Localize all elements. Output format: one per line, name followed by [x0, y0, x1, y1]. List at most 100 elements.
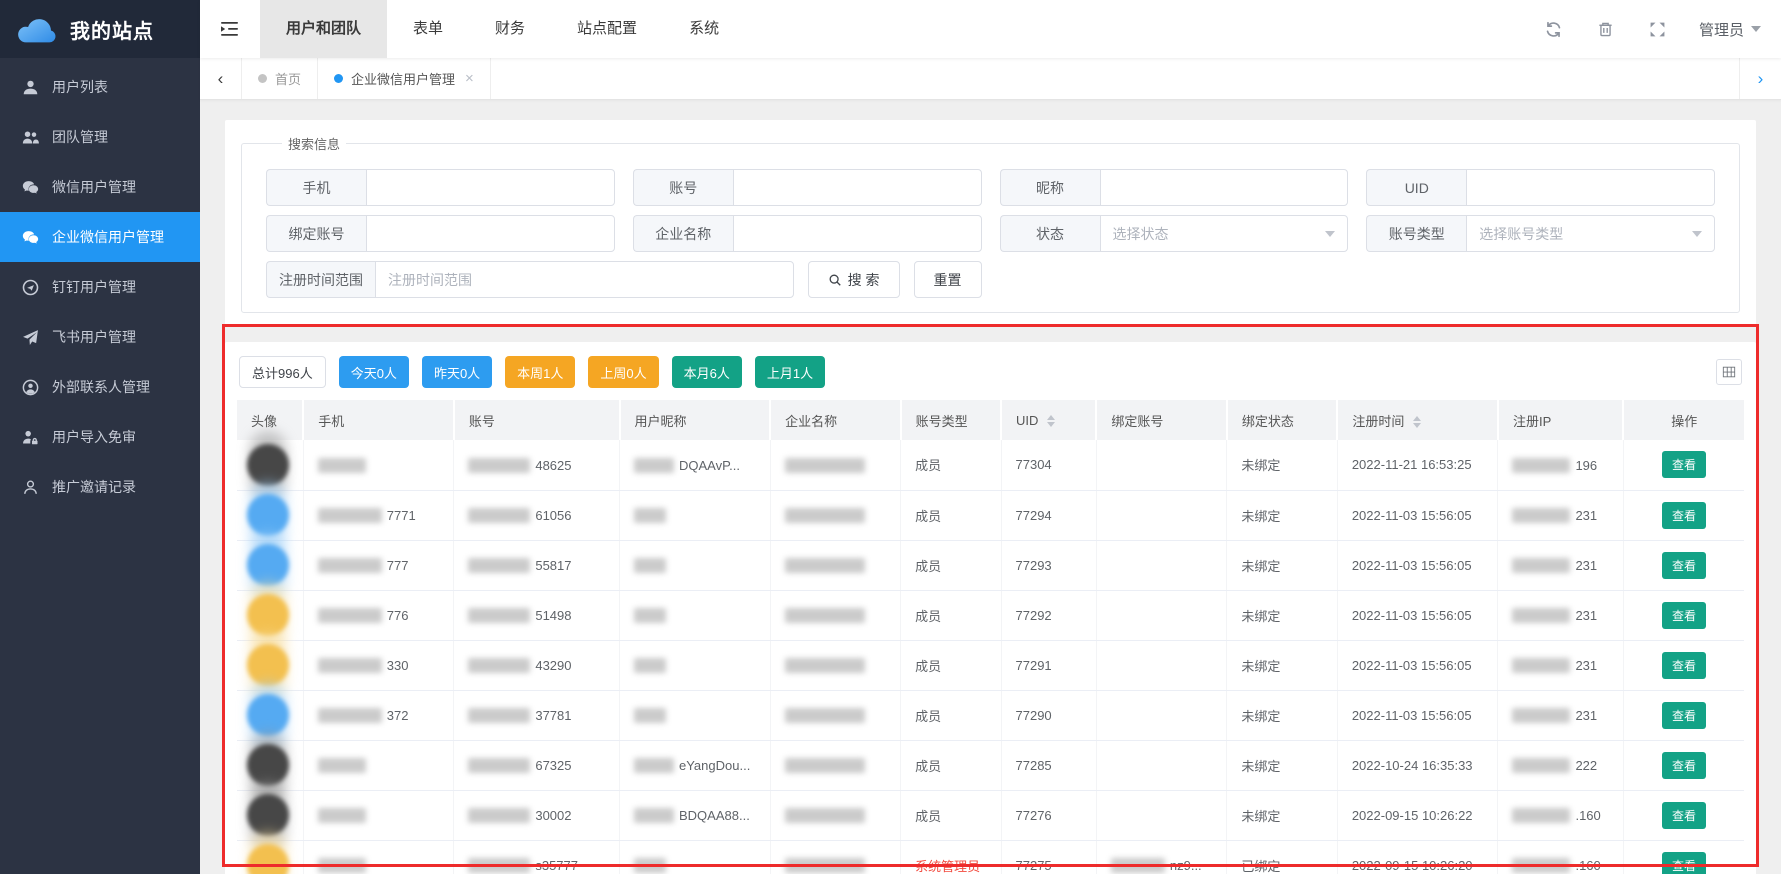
select-6[interactable]: 选择状态: [1100, 215, 1349, 252]
sidebar-item-label: 微信用户管理: [52, 177, 136, 197]
search-field-2: 昵称: [1000, 169, 1349, 206]
view-button[interactable]: 查看: [1662, 451, 1706, 478]
sidebar-item-6[interactable]: 外部联系人管理: [0, 362, 200, 412]
redacted-company: [785, 808, 865, 823]
user-table: 头像手机账号用户昵称企业名称账号类型UID 绑定账号绑定状态注册时间 注册IP操…: [237, 400, 1744, 874]
input-0[interactable]: [366, 169, 615, 206]
cell-account: 48625: [454, 440, 620, 490]
cell-phone: [303, 740, 454, 790]
tab-0[interactable]: 首页: [242, 58, 318, 99]
cell-reg-time: 2022-11-03 15:56:05: [1337, 690, 1498, 740]
cell-account: 43290: [454, 640, 620, 690]
cell-account: 67325: [454, 740, 620, 790]
stat-badge-4[interactable]: 上周0人: [588, 356, 658, 388]
cell-action: 查看: [1623, 690, 1744, 740]
sort-icon[interactable]: [1047, 415, 1055, 427]
view-button[interactable]: 查看: [1662, 602, 1706, 629]
input-5[interactable]: [733, 215, 982, 252]
col-header-9[interactable]: 注册时间: [1337, 400, 1498, 440]
stat-badge-1[interactable]: 今天0人: [339, 356, 409, 388]
cell-phone: [303, 790, 454, 840]
refresh-icon[interactable]: [1535, 10, 1573, 48]
col-header-6[interactable]: UID: [1001, 400, 1096, 440]
tabs-scroll-right-icon[interactable]: ›: [1739, 58, 1781, 99]
date-range-input[interactable]: 注册时间范围: [375, 261, 794, 298]
cell-action: 查看: [1623, 790, 1744, 840]
user-lock-icon: [22, 429, 39, 446]
close-icon[interactable]: ×: [465, 70, 474, 87]
table-row-3: 77651498成员77292未绑定2022-11-03 15:56:05231…: [237, 590, 1744, 640]
input-2[interactable]: [1100, 169, 1349, 206]
sidebar-item-0[interactable]: 用户列表: [0, 62, 200, 112]
input-1[interactable]: [733, 169, 982, 206]
reset-button[interactable]: 重置: [914, 261, 982, 298]
input-4[interactable]: [366, 215, 615, 252]
sidebar-item-2[interactable]: 微信用户管理: [0, 162, 200, 212]
nav-item-3[interactable]: 站点配置: [551, 0, 663, 58]
sidebar-item-1[interactable]: 团队管理: [0, 112, 200, 162]
redacted-bind-account: [1111, 858, 1165, 873]
user-menu[interactable]: 管理员: [1691, 19, 1761, 40]
fullscreen-icon[interactable]: [1639, 10, 1677, 48]
nav-item-1[interactable]: 表单: [387, 0, 469, 58]
view-button[interactable]: 查看: [1662, 702, 1706, 729]
sidebar-item-3[interactable]: 企业微信用户管理: [0, 212, 200, 262]
redacted-phone: [318, 808, 366, 823]
cell-nickname: [620, 840, 771, 874]
nav-item-2[interactable]: 财务: [469, 0, 551, 58]
stat-badge-2[interactable]: 昨天0人: [422, 356, 492, 388]
dingtalk-icon: [22, 279, 39, 296]
sidebar-item-4[interactable]: 钉钉用户管理: [0, 262, 200, 312]
view-button[interactable]: 查看: [1662, 552, 1706, 579]
search-form-row3: 注册时间范围注册时间范围搜 索重置: [266, 261, 982, 298]
search-field-4: 绑定账号: [266, 215, 615, 252]
table-row-6: 67325eYangDou...成员77285未绑定2022-10-24 16:…: [237, 740, 1744, 790]
avatar: [247, 494, 289, 536]
cell-company: [770, 690, 901, 740]
stat-badge-3[interactable]: 本周1人: [505, 356, 575, 388]
tab-1[interactable]: 企业微信用户管理×: [318, 58, 491, 99]
stat-badge-0[interactable]: 总计996人: [239, 356, 326, 388]
search-field-0: 手机: [266, 169, 615, 206]
view-button[interactable]: 查看: [1662, 852, 1706, 874]
cell-action: 查看: [1623, 740, 1744, 790]
view-button[interactable]: 查看: [1662, 752, 1706, 779]
redacted-phone: [318, 608, 382, 623]
redacted-ip: [1512, 658, 1570, 673]
sidebar-item-label: 用户导入免审: [52, 427, 136, 447]
collapse-menu-icon[interactable]: [200, 0, 260, 58]
view-button[interactable]: 查看: [1662, 502, 1706, 529]
column-grid-icon[interactable]: [1716, 359, 1742, 385]
redacted-account: [468, 558, 530, 573]
search-button[interactable]: 搜 索: [808, 261, 900, 298]
search-field-6: 状态选择状态: [1000, 215, 1349, 252]
cell-reg-ip: 231: [1498, 690, 1623, 740]
stat-badge-6[interactable]: 上月1人: [755, 356, 825, 388]
nav-item-0[interactable]: 用户和团队: [260, 0, 387, 58]
redacted-account: [468, 608, 530, 623]
nav-item-4[interactable]: 系统: [663, 0, 745, 58]
field-label: 账号: [633, 169, 733, 206]
user-table-panel: 总计996人今天0人昨天0人本周1人上周0人本月6人上月1人 头像手机账号用户昵…: [225, 342, 1756, 874]
sidebar-item-label: 外部联系人管理: [52, 377, 150, 397]
view-button[interactable]: 查看: [1662, 652, 1706, 679]
view-button[interactable]: 查看: [1662, 802, 1706, 829]
select-7[interactable]: 选择账号类型: [1466, 215, 1715, 252]
cloud-logo-icon: [14, 13, 60, 45]
sidebar-item-8[interactable]: 推广邀请记录: [0, 462, 200, 512]
sidebar-menu: 用户列表团队管理微信用户管理企业微信用户管理钉钉用户管理飞书用户管理外部联系人管…: [0, 58, 200, 512]
redacted-nickname: [634, 458, 674, 473]
sidebar-item-5[interactable]: 飞书用户管理: [0, 312, 200, 362]
trash-icon[interactable]: [1587, 10, 1625, 48]
app-logo[interactable]: 我的站点: [0, 0, 200, 58]
table-row-2: 77755817成员77293未绑定2022-11-03 15:56:05231…: [237, 540, 1744, 590]
cell-bind-status: 未绑定: [1227, 490, 1337, 540]
cell-reg-time: 2022-09-15 10:26:20: [1337, 840, 1498, 874]
input-3[interactable]: [1466, 169, 1715, 206]
sidebar-item-label: 飞书用户管理: [52, 327, 136, 347]
sidebar-item-7[interactable]: 用户导入免审: [0, 412, 200, 462]
sort-icon[interactable]: [1413, 416, 1421, 428]
stat-badge-5[interactable]: 本月6人: [672, 356, 742, 388]
cell-account: 30002: [454, 790, 620, 840]
tabs-scroll-left-icon[interactable]: ‹: [200, 58, 242, 99]
